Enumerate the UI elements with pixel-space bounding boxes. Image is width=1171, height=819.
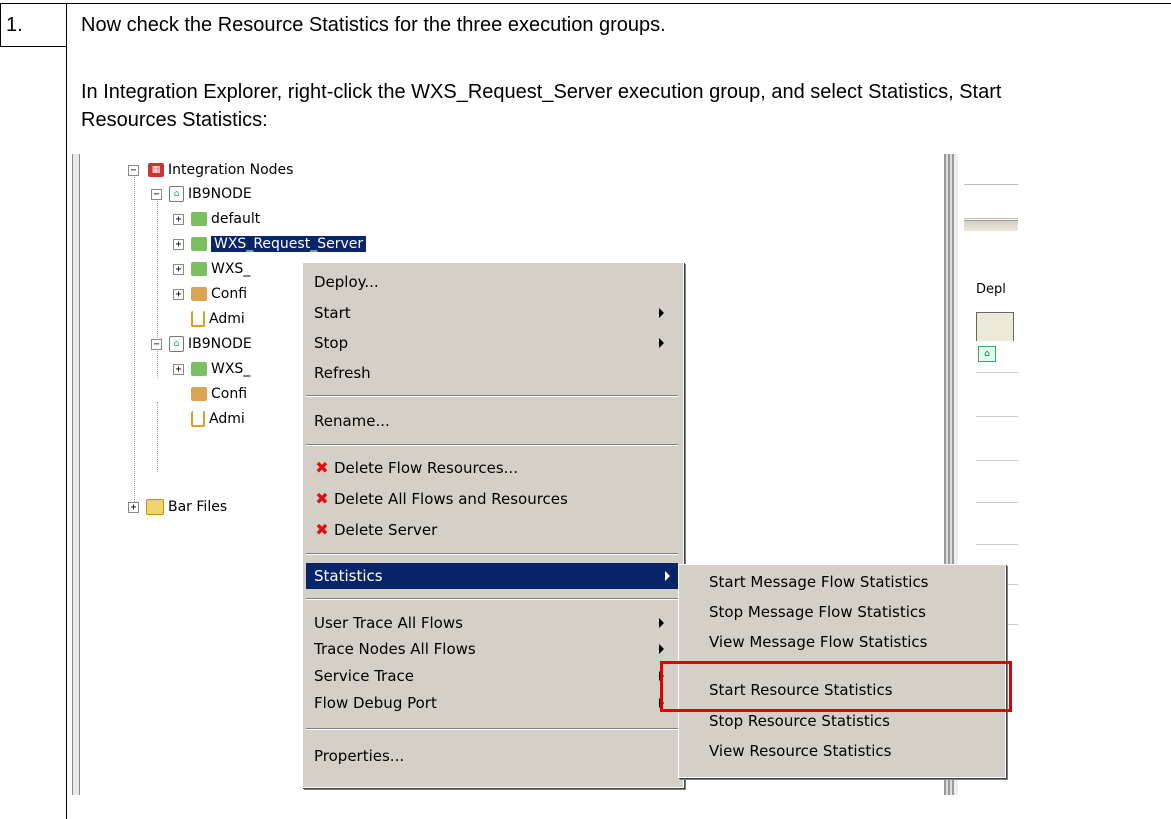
menu-separator	[306, 444, 678, 446]
submenu-item-view-message-flow-statistics[interactable]: View Message Flow Statistics	[709, 629, 927, 655]
tree-label: Admi	[209, 311, 245, 327]
server-icon	[191, 237, 207, 251]
tree-label: IB9NODE	[188, 336, 252, 352]
admin-queue-icon	[191, 411, 205, 427]
table-top-border	[0, 3, 1171, 4]
server-icon	[191, 362, 207, 376]
tree-label: Admi	[209, 411, 245, 427]
tree-label: WXS_	[211, 261, 251, 277]
panel-tab-bar	[964, 220, 1018, 231]
collapse-icon[interactable]: −	[128, 165, 139, 176]
integration-node-icon: ⌂	[169, 186, 184, 202]
menu-item-delete-all-flows[interactable]: ✖ Delete All Flows and Resources	[314, 486, 568, 512]
submenu-arrow-icon	[659, 308, 664, 318]
delete-icon: ✖	[315, 458, 329, 477]
step-intro: Now check the Resource Statistics for th…	[81, 14, 666, 36]
tree-label: Bar Files	[168, 499, 228, 515]
configurable-services-icon	[191, 287, 207, 301]
submenu-arrow-icon	[659, 338, 664, 348]
menu-item-deploy[interactable]: Deploy...	[314, 269, 379, 295]
menu-item-start[interactable]: Start	[314, 300, 674, 326]
deployed-label: Depl	[976, 282, 1006, 297]
column-header[interactable]	[976, 312, 1014, 341]
expand-icon[interactable]: +	[173, 239, 184, 250]
row-line	[976, 502, 1018, 503]
delete-icon: ✖	[315, 520, 329, 539]
server-icon	[191, 212, 207, 226]
integration-nodes-icon: ▦	[148, 163, 164, 177]
table-column-divider	[66, 3, 67, 819]
menu-separator	[306, 728, 678, 730]
tree-label: Confi	[211, 286, 248, 302]
folder-icon	[146, 499, 164, 515]
tree-label: WXS_	[211, 361, 251, 377]
submenu-arrow-icon	[659, 644, 664, 654]
left-scrollbar[interactable]	[72, 154, 80, 795]
context-menu: Deploy... Start Stop Refresh Rename... ✖…	[302, 262, 684, 788]
row-line	[976, 416, 1018, 417]
table-left-border	[0, 3, 1, 47]
submenu-arrow-icon	[659, 618, 664, 628]
server-icon	[191, 262, 207, 276]
row-line	[976, 544, 1018, 545]
menu-item-refresh[interactable]: Refresh	[314, 360, 371, 386]
menu-item-user-trace[interactable]: User Trace All Flows	[314, 610, 674, 636]
tree-label-selected: WXS_Request_Server	[211, 236, 367, 252]
admin-queue-icon	[191, 311, 205, 327]
menu-separator	[306, 598, 678, 600]
menu-item-service-trace[interactable]: Service Trace	[314, 663, 674, 689]
submenu-item-view-resource-statistics[interactable]: View Resource Statistics	[709, 738, 892, 764]
tree-label: IB9NODE	[188, 186, 252, 202]
step-instruction: In Integration Explorer, right-click the…	[81, 81, 1002, 131]
menu-item-statistics[interactable]: Statistics	[306, 563, 678, 589]
tree-label: Integration Nodes	[168, 162, 294, 178]
menu-separator	[306, 553, 678, 555]
panel-divider	[964, 184, 1018, 185]
expand-icon[interactable]: +	[173, 264, 184, 275]
menu-item-properties[interactable]: Properties...	[314, 743, 404, 769]
menu-item-stop[interactable]: Stop	[314, 330, 674, 356]
table-row-border	[0, 46, 66, 47]
configurable-services-icon	[191, 387, 207, 401]
tree-label: Confi	[211, 386, 248, 402]
integration-node-icon: ⌂	[169, 336, 184, 352]
row-line	[976, 460, 1018, 461]
collapse-icon[interactable]: −	[151, 339, 162, 350]
expand-icon[interactable]: +	[128, 502, 139, 513]
submenu-item-start-message-flow-statistics[interactable]: Start Message Flow Statistics	[709, 569, 929, 595]
embedded-screenshot: − ▦ Integration Nodes − ⌂ IB9NODE + defaul…	[72, 154, 1018, 795]
submenu-item-stop-message-flow-statistics[interactable]: Stop Message Flow Statistics	[709, 599, 926, 625]
collapse-icon[interactable]: −	[151, 189, 162, 200]
delete-icon: ✖	[315, 489, 329, 508]
row-line	[976, 372, 1018, 373]
expand-icon[interactable]: +	[173, 214, 184, 225]
menu-item-rename[interactable]: Rename...	[314, 408, 390, 434]
deployed-item-icon[interactable]: ⌂	[978, 346, 996, 362]
menu-item-trace-nodes[interactable]: Trace Nodes All Flows	[314, 636, 674, 662]
panel-divider	[964, 218, 1018, 219]
step-number: 1.	[6, 14, 23, 36]
menu-separator	[306, 395, 678, 397]
menu-item-flow-debug-port[interactable]: Flow Debug Port	[314, 690, 674, 716]
tree-label: default	[211, 211, 261, 227]
submenu-arrow-icon	[665, 571, 670, 581]
expand-icon[interactable]: +	[173, 364, 184, 375]
expand-icon[interactable]: +	[173, 289, 184, 300]
menu-item-delete-server[interactable]: ✖ Delete Server	[314, 517, 437, 543]
highlight-callout	[660, 661, 1012, 712]
menu-item-delete-flow-resources[interactable]: ✖ Delete Flow Resources...	[314, 455, 518, 481]
